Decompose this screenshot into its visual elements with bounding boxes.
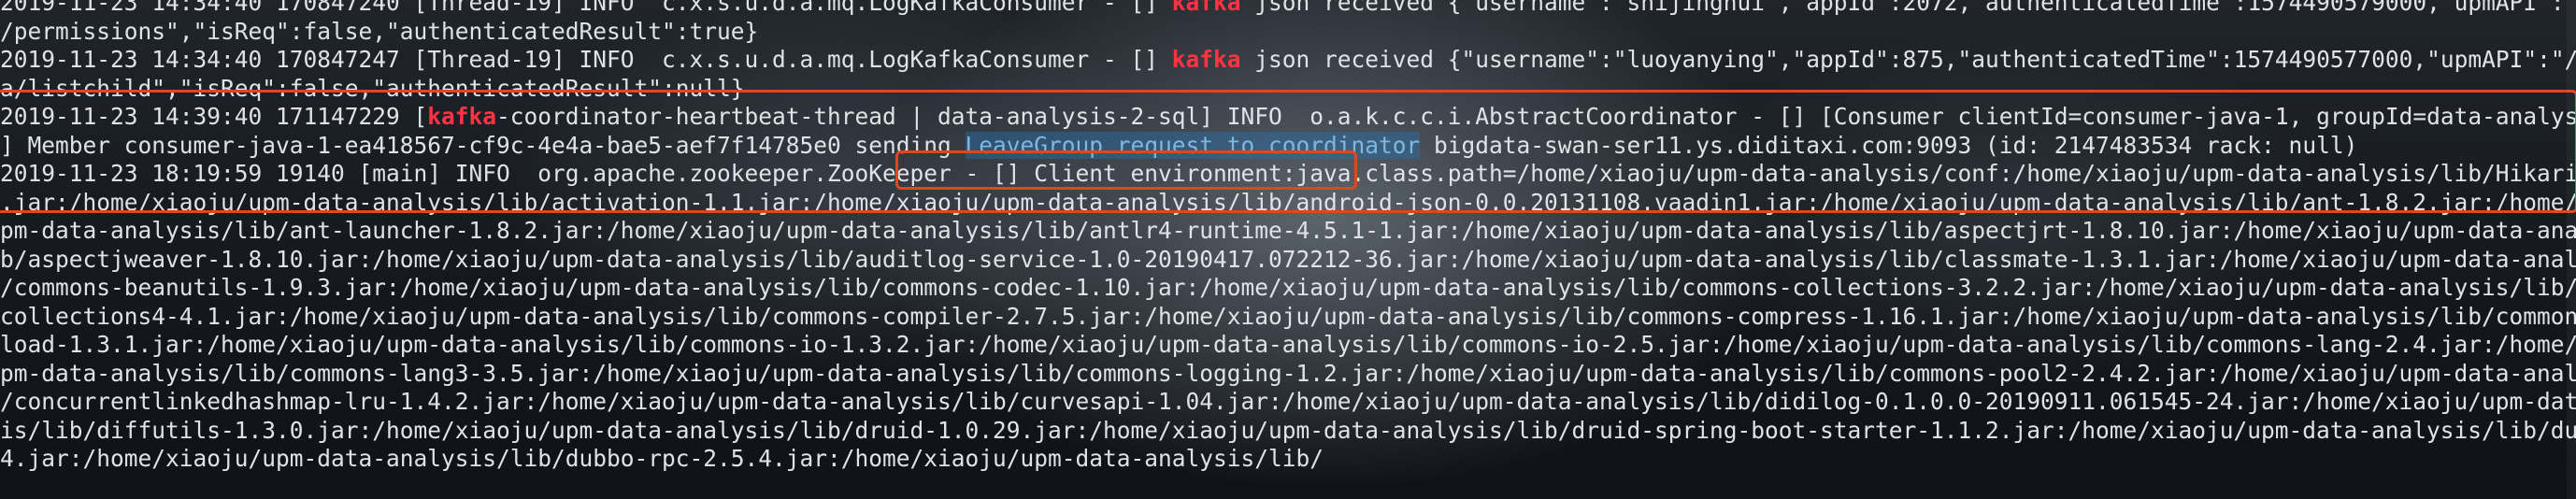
log-output[interactable]: 2019-11-23 14:34:40 170847240 [Thread-19… [0,0,2576,474]
log-text: /concurrentlinkedhashmap-lru-1.4.2.jar:/… [0,388,2576,415]
log-text: 2019-11-23 14:34:40 170847240 [Thread-19… [0,0,1172,16]
log-line: pm-data-analysis/lib/commons-lang3-3.5.j… [0,360,2576,389]
log-text: pm-data-analysis/lib/commons-lang3-3.5.j… [0,359,2576,387]
log-text: is/lib/diffutils-1.3.0.jar:/home/xiaoju/… [0,416,2576,444]
log-text: -coordinator-heartbeat-thread | data-ana… [496,103,2576,130]
log-text: a/listchild","isReq":false,"authenticate… [0,74,745,102]
log-line: /commons-beanutils-1.9.3.jar:/home/xiaoj… [0,274,2576,303]
log-line: 2019-11-23 14:34:40 170847247 [Thread-19… [0,46,2576,75]
log-line: ] Member consumer-java-1-ea418567-cf9c-4… [0,131,2576,161]
keyword-highlight: kafka [1171,0,1241,16]
log-line: 2019-11-23 14:34:40 170847240 [Thread-19… [0,0,2576,18]
log-line: /concurrentlinkedhashmap-lru-1.4.2.jar:/… [0,388,2576,417]
log-text: /permissions","isReq":false,"authenticat… [0,17,759,45]
scrollbar[interactable] [2567,0,2576,499]
log-text: 2019-11-23 18:19:59 19140 [main] INFO or… [0,160,2576,187]
keyword-highlight: kafka [427,103,497,130]
log-line: .jar:/home/xiaoju/upm-data-analysis/lib/… [0,189,2576,218]
log-text: 4.jar:/home/xiaoju/upm-data-analysis/lib… [0,445,1324,472]
log-line: 2019-11-23 18:19:59 19140 [main] INFO or… [0,160,2576,189]
keyword-highlight: kafka [1171,46,1241,73]
log-line: pm-data-analysis/lib/ant-launcher-1.8.2.… [0,217,2576,246]
log-line: collections4-4.1.jar:/home/xiaoju/upm-da… [0,303,2576,332]
log-text: .jar:/home/xiaoju/upm-data-analysis/lib/… [0,188,2576,216]
log-line: b/aspectjweaver-1.8.10.jar:/home/xiaoju/… [0,246,2576,275]
terminal-window[interactable]: 2019-11-23 14:34:40 170847240 [Thread-19… [0,0,2576,499]
log-line: 4.jar:/home/xiaoju/upm-data-analysis/lib… [0,445,2576,474]
selected-text: LeaveGroup request to coordinator [965,131,1421,159]
log-line: 2019-11-23 14:39:40 171147229 [kafka-coo… [0,103,2576,132]
log-text: pm-data-analysis/lib/ant-launcher-1.8.2.… [0,217,2576,244]
log-text: json received {"username":"shijinghui","… [1240,0,2576,16]
log-text: json received {"username":"luoyanying","… [1240,46,2576,73]
log-text: 2019-11-23 14:39:40 171147229 [ [0,103,428,130]
log-text: /commons-beanutils-1.9.3.jar:/home/xiaoj… [0,274,2576,301]
log-line: load-1.3.1.jar:/home/xiaoju/upm-data-ana… [0,331,2576,360]
log-text: collections4-4.1.jar:/home/xiaoju/upm-da… [0,302,2576,330]
log-text: load-1.3.1.jar:/home/xiaoju/upm-data-ana… [0,331,2576,358]
log-line: a/listchild","isReq":false,"authenticate… [0,75,2576,104]
log-line: /permissions","isReq":false,"authenticat… [0,18,2576,47]
log-text: 2019-11-23 14:34:40 170847247 [Thread-19… [0,46,1172,73]
log-text: bigdata-swan-ser11.ys.diditaxi.com:9093 … [1420,131,2358,159]
log-line: is/lib/diffutils-1.3.0.jar:/home/xiaoju/… [0,417,2576,446]
log-text: b/aspectjweaver-1.8.10.jar:/home/xiaoju/… [0,245,2576,273]
log-text: ] Member consumer-java-1-ea418567-cf9c-4… [0,131,966,159]
